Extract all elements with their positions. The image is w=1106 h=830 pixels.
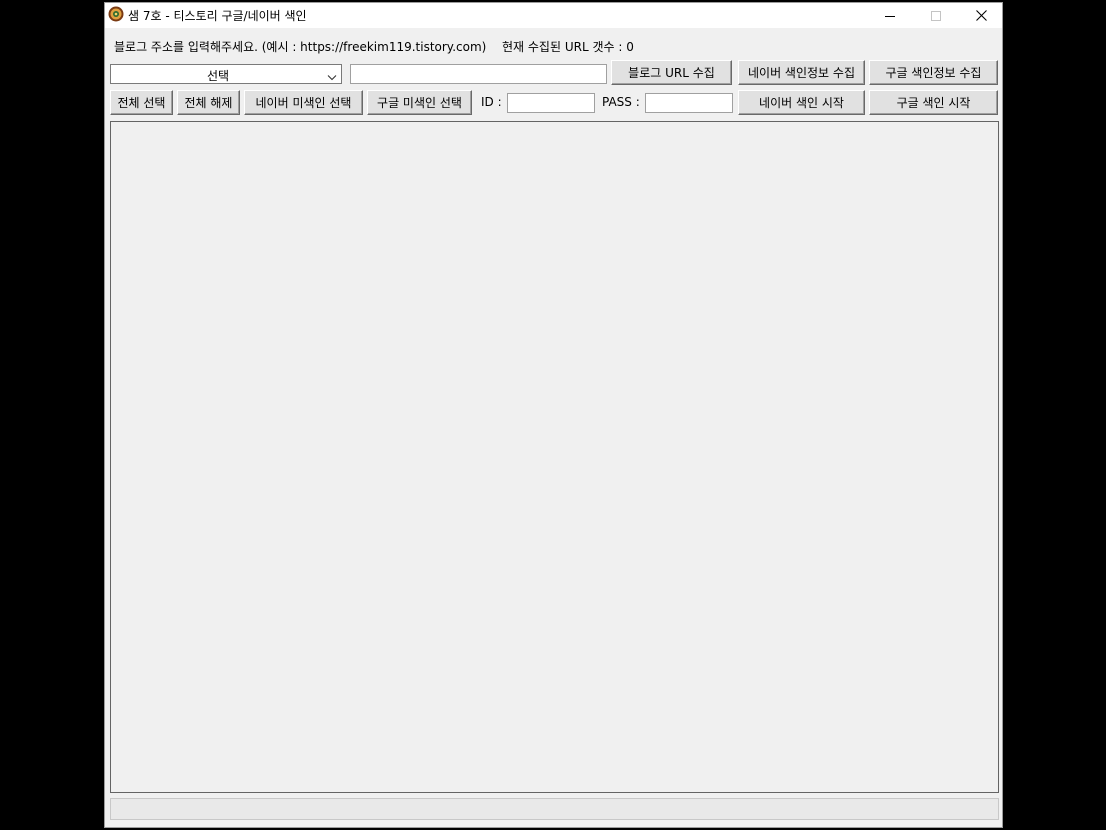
pass-label: PASS : xyxy=(602,95,640,109)
chevron-down-icon xyxy=(327,70,337,84)
collect-blog-url-button[interactable]: 블로그 URL 수집 xyxy=(611,60,732,85)
progress-bar xyxy=(110,798,999,820)
collect-google-index-button[interactable]: 구글 색인정보 수집 xyxy=(869,60,998,85)
close-button[interactable] xyxy=(958,3,1004,28)
select-naver-unindexed-button[interactable]: 네이버 미색인 선택 xyxy=(244,90,363,115)
minimize-button[interactable] xyxy=(867,3,913,28)
blog-address-hint: 블로그 주소를 입력해주세요. (예시 : https://freekim119… xyxy=(114,40,487,54)
start-google-index-button[interactable]: 구글 색인 시작 xyxy=(869,90,998,115)
id-label: ID : xyxy=(481,95,502,109)
select-google-unindexed-button[interactable]: 구글 미색인 선택 xyxy=(367,90,472,115)
close-icon xyxy=(975,10,987,21)
blog-url-input[interactable] xyxy=(350,64,607,84)
window-title: 샘 7호 - 티스토리 구글/네이버 색인 xyxy=(128,9,307,23)
app-window: 샘 7호 - 티스토리 구글/네이버 색인 블로그 주소를 입력해주세요. (예… xyxy=(104,2,1003,828)
title-bar[interactable]: 샘 7호 - 티스토리 구글/네이버 색인 xyxy=(105,3,1002,28)
id-input[interactable] xyxy=(507,93,595,113)
app-emblem-icon xyxy=(108,6,124,22)
maximize-button[interactable] xyxy=(913,3,959,28)
pass-input[interactable] xyxy=(645,93,733,113)
start-naver-index-button[interactable]: 네이버 색인 시작 xyxy=(738,90,865,115)
deselect-all-button[interactable]: 전체 해제 xyxy=(177,90,240,115)
minimize-icon xyxy=(885,15,895,17)
blog-select-dropdown[interactable]: 선택 xyxy=(110,64,342,84)
url-count-label: 현재 수집된 URL 갯수 : 0 xyxy=(502,40,634,54)
collect-naver-index-button[interactable]: 네이버 색인정보 수집 xyxy=(738,60,865,85)
select-all-button[interactable]: 전체 선택 xyxy=(110,90,173,115)
dropdown-selected-value: 선택 xyxy=(206,69,230,83)
url-list-panel[interactable] xyxy=(110,121,999,793)
maximize-icon xyxy=(931,10,941,21)
